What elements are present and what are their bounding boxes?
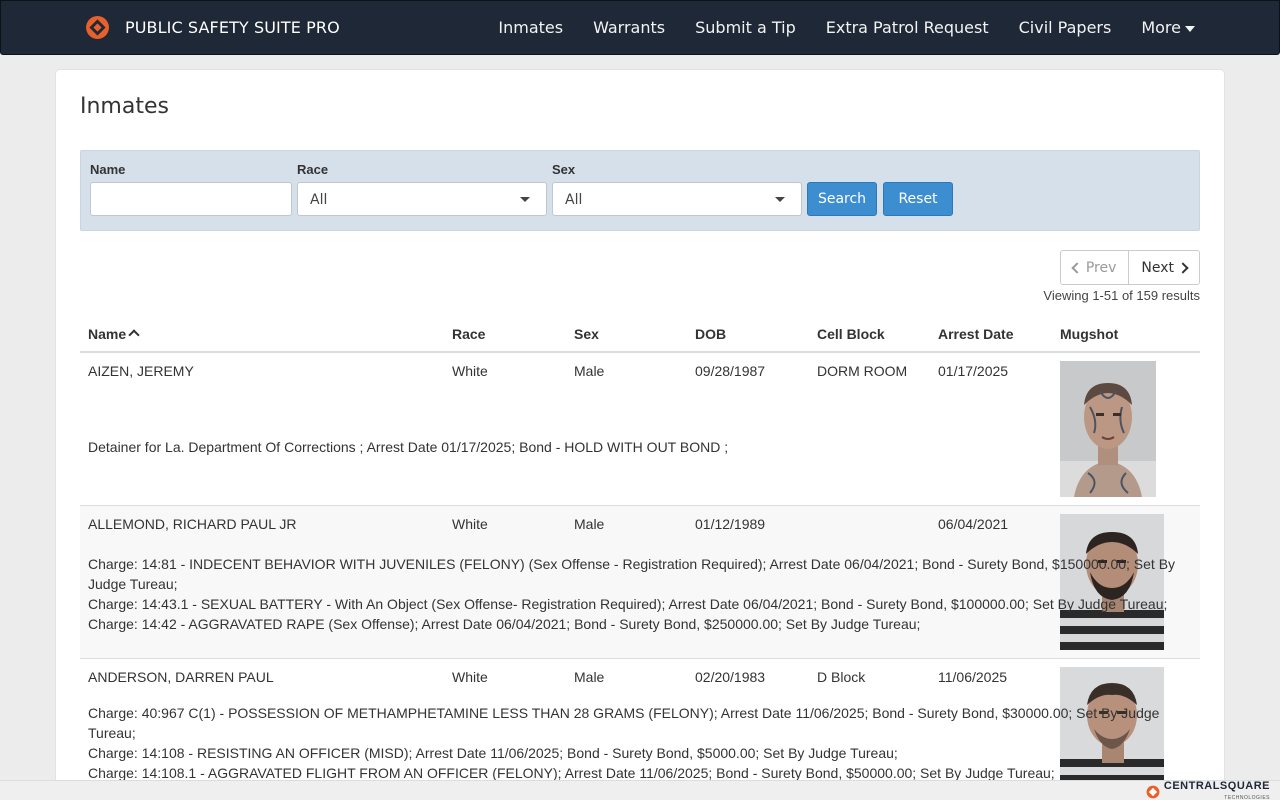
column-header-name[interactable]: Name — [88, 326, 140, 342]
brand[interactable]: PUBLIC SAFETY SUITE PRO — [85, 15, 340, 40]
nav-link-civil-papers[interactable]: Civil Papers — [1019, 18, 1112, 37]
nav-link-inmates[interactable]: Inmates — [498, 18, 563, 37]
sort-asc-icon — [128, 329, 140, 341]
column-header-arrest-date[interactable]: Arrest Date — [938, 326, 1013, 342]
nav-link-warrants[interactable]: Warrants — [593, 18, 665, 37]
charge-line: Charge: 14:81 - INDECENT BEHAVIOR WITH J… — [88, 556, 1176, 592]
inmate-charges: Charge: 14:81 - INDECENT BEHAVIOR WITH J… — [88, 554, 1188, 634]
race-select[interactable]: All — [297, 182, 547, 216]
column-header-mugshot: Mugshot — [1060, 326, 1119, 342]
filter-bar: Name Race All Sex All Search Reset — [80, 150, 1200, 231]
column-header-sex[interactable]: Sex — [574, 326, 599, 342]
inmate-race: White — [452, 669, 488, 685]
column-header-dob[interactable]: DOB — [695, 326, 726, 342]
table-row[interactable]: AIZEN, JEREMY White Male 09/28/1987 DORM… — [80, 353, 1200, 506]
inmate-cell-block: D Block — [817, 669, 866, 685]
charge-line: Charge: 14:108 - RESISTING AN OFFICER (M… — [88, 745, 898, 761]
brand-title: PUBLIC SAFETY SUITE PRO — [125, 18, 340, 37]
mugshot-image[interactable] — [1060, 361, 1156, 497]
name-label: Name — [90, 162, 126, 177]
nav-more-label: More — [1141, 18, 1181, 37]
charge-line: Charge: 14:43.1 - SEXUAL BATTERY - With … — [88, 596, 1168, 612]
sex-label: Sex — [552, 162, 576, 177]
inmate-dob: 01/12/1989 — [695, 516, 766, 532]
race-select-value: All — [310, 192, 328, 208]
top-navbar: PUBLIC SAFETY SUITE PRO Inmates Warrants… — [0, 0, 1280, 55]
chevron-down-icon — [520, 197, 530, 202]
inmate-name[interactable]: ANDERSON, DARREN PAUL — [88, 669, 274, 685]
brand-logo-icon — [86, 16, 109, 39]
race-label: Race — [297, 162, 329, 177]
next-label: Next — [1141, 259, 1174, 276]
prev-button[interactable]: Prev — [1059, 250, 1130, 285]
page-title: Inmates — [80, 94, 169, 119]
chevron-down-icon — [775, 197, 785, 202]
centralsquare-sub: TECHNOLOGIES — [1224, 795, 1270, 800]
inmate-cell-block: DORM ROOM — [817, 363, 908, 379]
centralsquare-logo-icon — [1146, 785, 1160, 799]
table-row[interactable]: ALLEMOND, RICHARD PAUL JR White Male 01/… — [80, 506, 1200, 659]
table-row[interactable]: ANDERSON, DARREN PAUL White Male 02/20/1… — [80, 659, 1200, 800]
inmate-sex: Male — [574, 669, 605, 685]
pagination: Prev Next — [1059, 250, 1200, 285]
inmate-race: White — [452, 363, 488, 379]
chevron-right-icon — [1177, 261, 1189, 274]
reset-button[interactable]: Reset — [883, 182, 953, 216]
column-header-race[interactable]: Race — [452, 326, 485, 342]
charge-line: Charge: 14:42 - AGGRAVATED RAPE (Sex Off… — [88, 616, 921, 632]
inmate-charges: Charge: 40:967 C(1) - POSSESSION OF METH… — [88, 703, 1188, 783]
chevron-left-icon — [1071, 261, 1083, 274]
charge-line: Detainer for La. Department Of Correctio… — [88, 439, 729, 455]
results-count: Viewing 1-51 of 159 results — [1043, 288, 1200, 303]
centralsquare-name: CENTRALSQUARE — [1163, 780, 1270, 792]
inmate-sex: Male — [574, 516, 605, 532]
sex-select-value: All — [565, 192, 583, 208]
inmate-dob: 02/20/1983 — [695, 669, 766, 685]
nav-links: Inmates Warrants Submit a Tip Extra Patr… — [468, 1, 1195, 54]
column-header-cell-block[interactable]: Cell Block — [817, 326, 885, 342]
search-button[interactable]: Search — [807, 182, 877, 216]
inmate-arrest-date: 11/06/2025 — [938, 669, 1008, 685]
sex-select[interactable]: All — [552, 182, 802, 216]
caret-down-icon — [1185, 25, 1195, 32]
table-header: Name Race Sex DOB Cell Block Arrest Date… — [80, 316, 1200, 353]
inmate-name[interactable]: ALLEMOND, RICHARD PAUL JR — [88, 516, 296, 532]
inmate-sex: Male — [574, 363, 605, 379]
centralsquare-wordmark: CENTRALSQUARE TECHNOLOGIES — [1164, 780, 1270, 800]
nav-link-extra-patrol[interactable]: Extra Patrol Request — [826, 18, 989, 37]
inmate-charges: Detainer for La. Department Of Correctio… — [88, 437, 1188, 457]
column-header-name-label: Name — [88, 326, 127, 342]
charge-line: Charge: 40:967 C(1) - POSSESSION OF METH… — [88, 705, 1160, 741]
nav-link-submit-tip[interactable]: Submit a Tip — [695, 18, 796, 37]
prev-label: Prev — [1085, 259, 1117, 276]
inmate-dob: 09/28/1987 — [695, 363, 766, 379]
main-panel: Inmates Name Race All Sex All Search Res… — [55, 69, 1225, 800]
name-input[interactable] — [90, 182, 292, 216]
footer-bar — [0, 780, 1280, 800]
centralsquare-logo[interactable]: CENTRALSQUARE TECHNOLOGIES — [1146, 780, 1270, 800]
inmate-arrest-date: 01/17/2025 — [938, 363, 1009, 379]
inmate-name[interactable]: AIZEN, JEREMY — [88, 363, 194, 379]
nav-link-more[interactable]: More — [1141, 18, 1195, 37]
inmate-race: White — [452, 516, 488, 532]
next-button[interactable]: Next — [1129, 250, 1200, 285]
inmate-arrest-date: 06/04/2021 — [938, 516, 1009, 532]
